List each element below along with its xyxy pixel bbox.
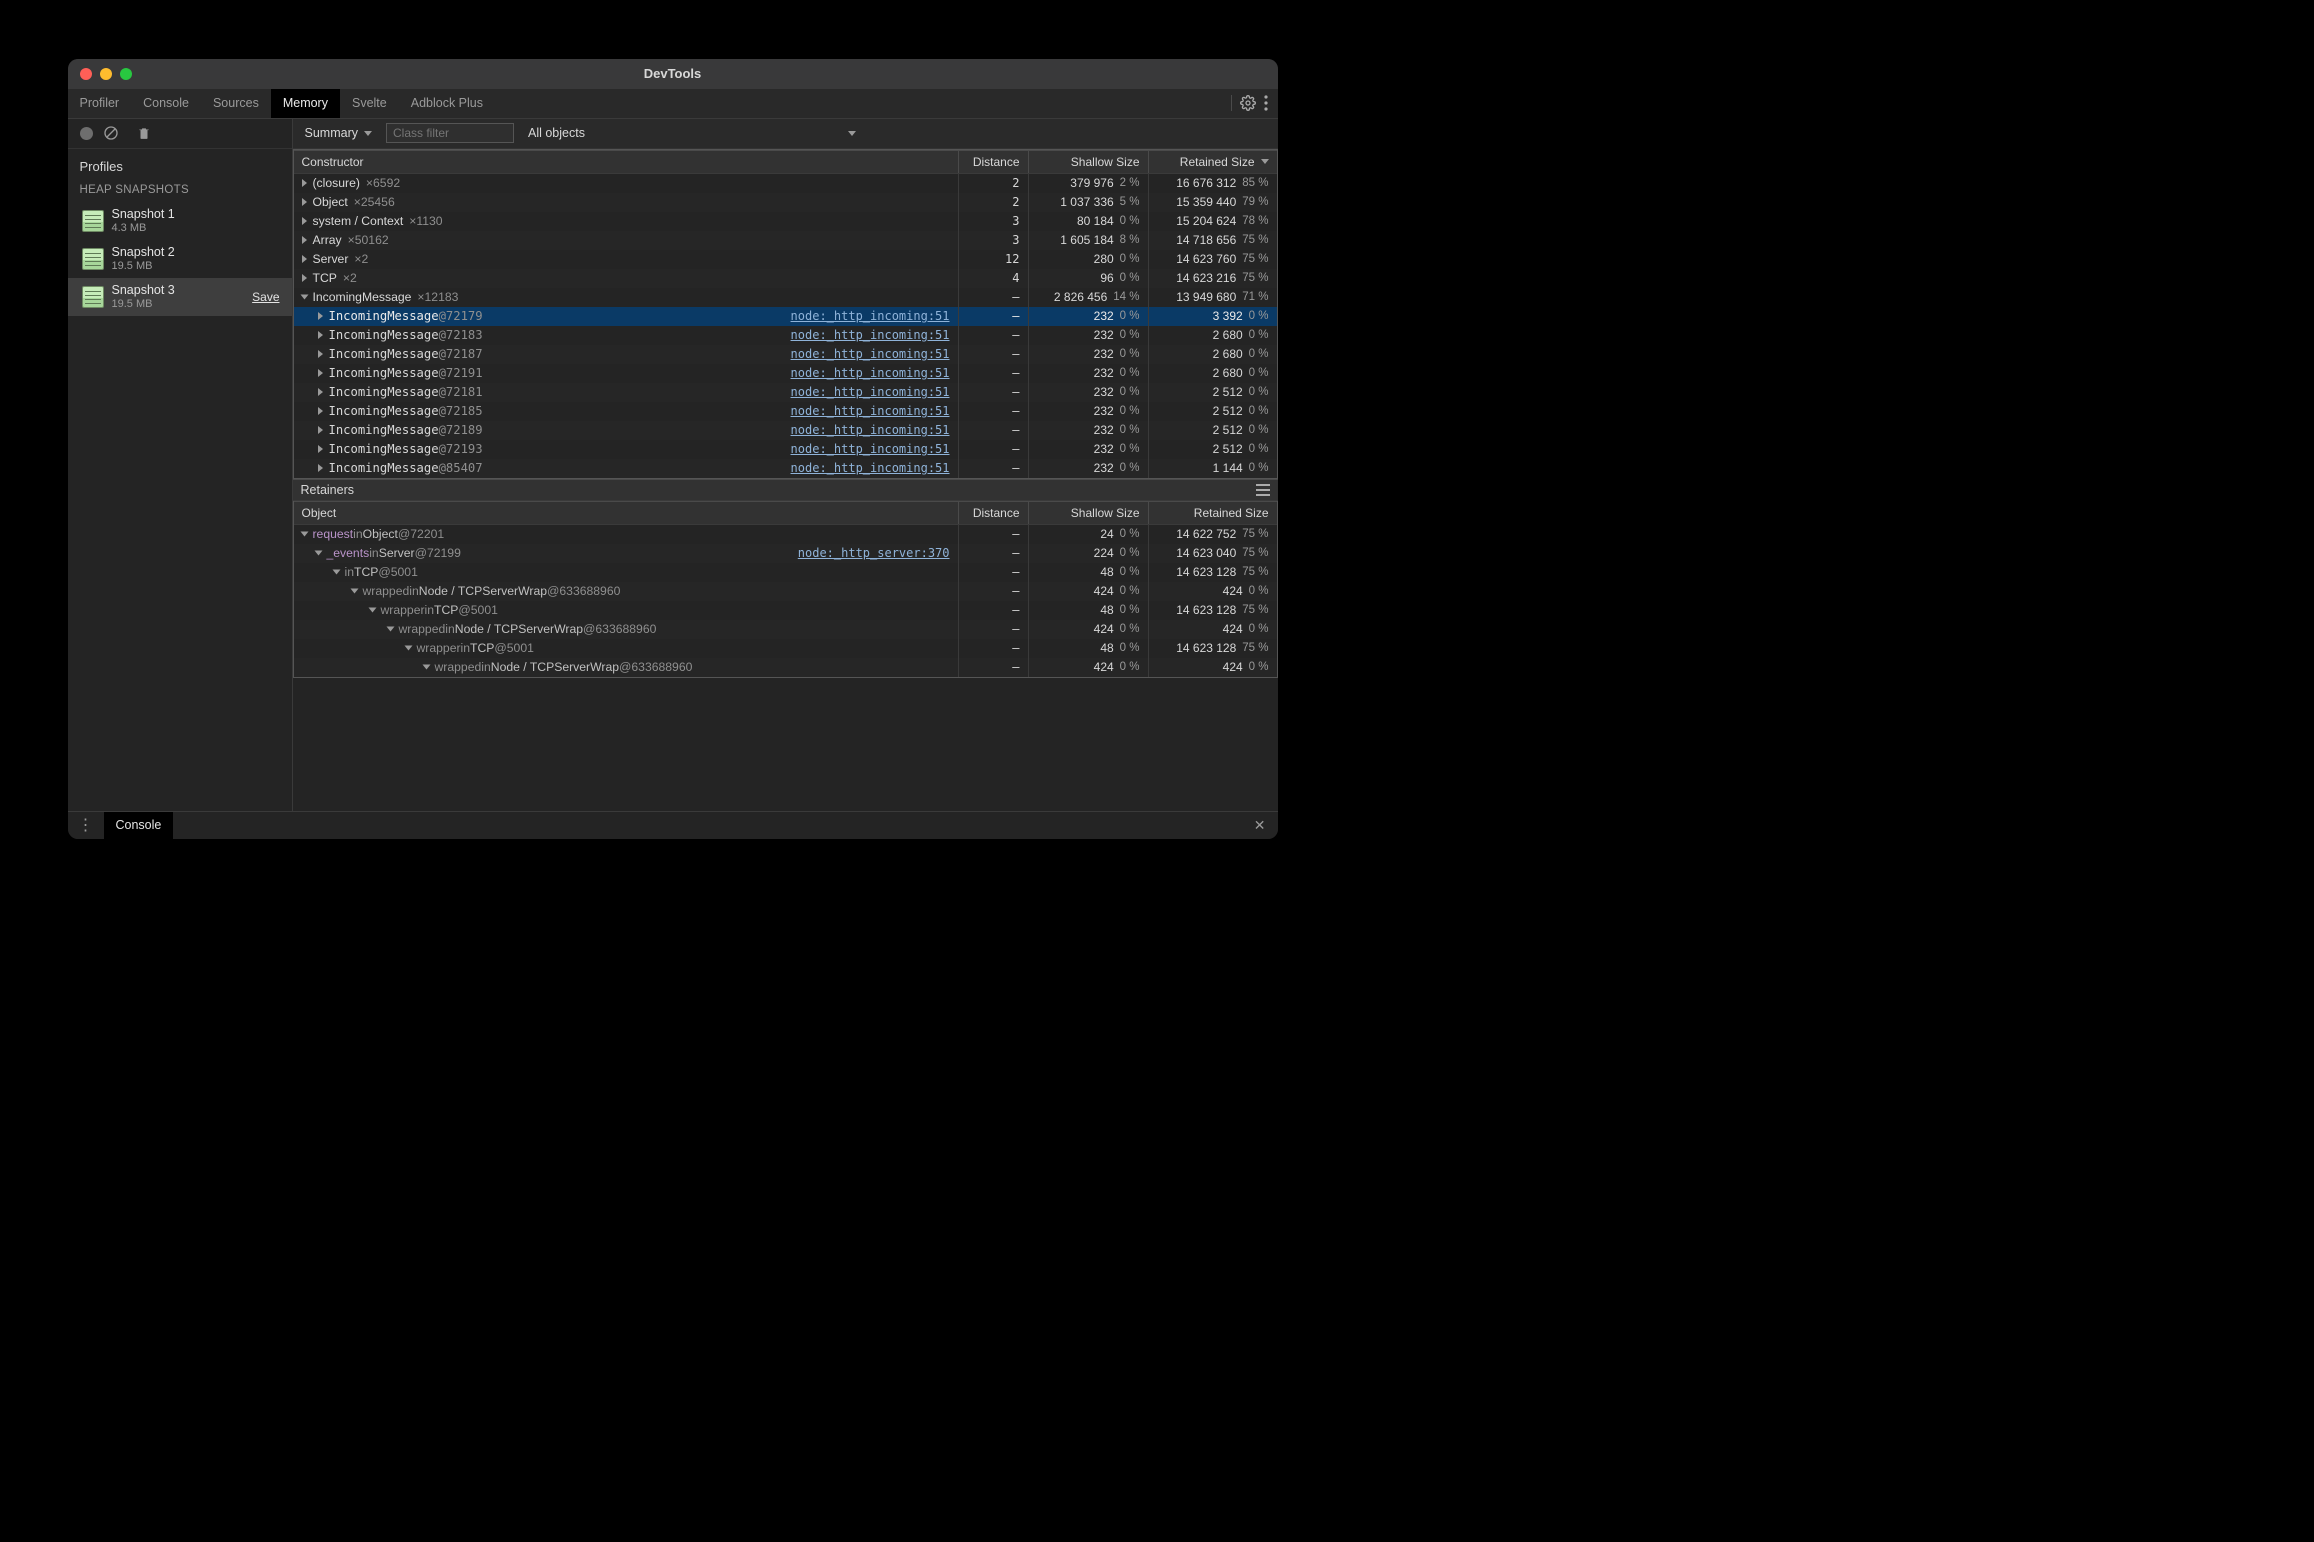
- table-row[interactable]: IncomingMessage @72191node:_http_incomin…: [294, 364, 1277, 383]
- sort-desc-icon: [1261, 159, 1269, 164]
- source-link[interactable]: node:_http_incoming:51: [791, 442, 950, 456]
- snapshot-icon: [82, 286, 104, 308]
- profiles-sidebar: Profiles HEAP SNAPSHOTS Snapshot 14.3 MB…: [68, 119, 293, 811]
- source-link[interactable]: node:_http_incoming:51: [791, 309, 950, 323]
- hamburger-icon[interactable]: [1256, 484, 1270, 496]
- snapshot-name: Snapshot 3: [112, 283, 175, 298]
- table-row[interactable]: (closure)×65922379 9762 %16 676 31285 %: [294, 174, 1277, 193]
- source-link[interactable]: node:_http_incoming:51: [791, 328, 950, 342]
- kebab-icon[interactable]: [1264, 95, 1268, 111]
- source-link[interactable]: node:_http_incoming:51: [791, 385, 950, 399]
- save-snapshot-link[interactable]: Save: [252, 290, 279, 304]
- table-row[interactable]: Array×5016231 605 1848 %14 718 65675 %: [294, 231, 1277, 250]
- tab-console[interactable]: Console: [131, 89, 201, 118]
- snapshot-size: 19.5 MB: [112, 298, 175, 311]
- view-label: Summary: [305, 126, 358, 140]
- devtools-window: DevTools Profiler Console Sources Memory…: [68, 59, 1278, 839]
- table-row[interactable]: wrapper in TCP @5001–480 %14 623 12875 %: [294, 601, 1277, 620]
- table-row[interactable]: IncomingMessage @72183node:_http_incomin…: [294, 326, 1277, 345]
- snapshot-2[interactable]: Snapshot 219.5 MB: [68, 240, 292, 278]
- retainers-header: Retainers: [293, 479, 1278, 501]
- snapshot-icon: [82, 248, 104, 270]
- tab-svelte[interactable]: Svelte: [340, 89, 399, 118]
- body: Profiles HEAP SNAPSHOTS Snapshot 14.3 MB…: [68, 119, 1278, 811]
- col-retained-size[interactable]: Retained Size: [1149, 502, 1277, 524]
- snapshot-size: 4.3 MB: [112, 222, 175, 235]
- drawer-bar: ⋮ Console ✕: [68, 811, 1278, 839]
- retainers-label: Retainers: [301, 483, 355, 497]
- source-link[interactable]: node:_http_incoming:51: [791, 347, 950, 361]
- snapshot-1[interactable]: Snapshot 14.3 MB: [68, 202, 292, 240]
- class-filter-input[interactable]: [386, 123, 514, 143]
- trash-icon[interactable]: [137, 125, 151, 141]
- table-row[interactable]: Object×2545621 037 3365 %15 359 44079 %: [294, 193, 1277, 212]
- table-row[interactable]: wrapper in TCP @5001–480 %14 623 12875 %: [294, 639, 1277, 658]
- titlebar: DevTools: [68, 59, 1278, 89]
- table-row[interactable]: in TCP @5001–480 %14 623 12875 %: [294, 563, 1277, 582]
- heap-snapshots-group-label: HEAP SNAPSHOTS: [68, 180, 292, 202]
- window-title: DevTools: [68, 66, 1278, 81]
- retainers-table: Object Distance Shallow Size Retained Si…: [293, 501, 1278, 678]
- source-link[interactable]: node:_http_incoming:51: [791, 404, 950, 418]
- table-row[interactable]: request in Object @72201–240 %14 622 752…: [294, 525, 1277, 544]
- col-distance[interactable]: Distance: [959, 502, 1029, 524]
- table-row[interactable]: IncomingMessage×12183–2 826 45614 %13 94…: [294, 288, 1277, 307]
- gear-icon[interactable]: [1240, 95, 1256, 111]
- table-row[interactable]: IncomingMessage @72189node:_http_incomin…: [294, 421, 1277, 440]
- table-row[interactable]: Server×2122800 %14 623 76075 %: [294, 250, 1277, 269]
- drawer-kebab-icon[interactable]: ⋮: [68, 815, 104, 835]
- profiles-toolbar: [68, 119, 292, 149]
- col-constructor[interactable]: Constructor: [294, 151, 959, 173]
- table-row[interactable]: _events in Server @72199node:_http_serve…: [294, 544, 1277, 563]
- source-link[interactable]: node:_http_incoming:51: [791, 461, 950, 475]
- table-row[interactable]: wrapped in Node / TCPServerWrap @6336889…: [294, 658, 1277, 677]
- view-select[interactable]: Summary: [299, 124, 378, 142]
- source-link[interactable]: node:_http_server:370: [798, 546, 950, 560]
- table-header: Constructor Distance Shallow Size Retain…: [294, 150, 1277, 174]
- col-shallow-size[interactable]: Shallow Size: [1029, 502, 1149, 524]
- retainers-table-header: Object Distance Shallow Size Retained Si…: [294, 501, 1277, 525]
- table-row[interactable]: wrapped in Node / TCPServerWrap @6336889…: [294, 620, 1277, 639]
- main-content: Summary All objects Constructor Distance…: [293, 119, 1278, 811]
- table-row[interactable]: IncomingMessage @72179node:_http_incomin…: [294, 307, 1277, 326]
- tab-memory[interactable]: Memory: [271, 89, 340, 118]
- object-filter-select[interactable]: All objects: [522, 124, 862, 142]
- table-row[interactable]: system / Context×1130380 1840 %15 204 62…: [294, 212, 1277, 231]
- snapshot-3[interactable]: Snapshot 319.5 MB Save: [68, 278, 292, 316]
- snapshot-icon: [82, 210, 104, 232]
- table-row[interactable]: IncomingMessage @72193node:_http_incomin…: [294, 440, 1277, 459]
- object-filter-label: All objects: [528, 126, 585, 140]
- filter-bar: Summary All objects: [293, 119, 1278, 149]
- table-row[interactable]: IncomingMessage @72181node:_http_incomin…: [294, 383, 1277, 402]
- table-row[interactable]: wrapped in Node / TCPServerWrap @6336889…: [294, 582, 1277, 601]
- tab-profiler[interactable]: Profiler: [68, 89, 132, 118]
- tab-divider: [1231, 95, 1232, 111]
- table-row[interactable]: IncomingMessage @72187node:_http_incomin…: [294, 345, 1277, 364]
- col-object[interactable]: Object: [294, 502, 959, 524]
- chevron-down-icon: [848, 131, 856, 136]
- source-link[interactable]: node:_http_incoming:51: [791, 423, 950, 437]
- clear-icon[interactable]: [103, 125, 119, 141]
- constructor-table: Constructor Distance Shallow Size Retain…: [293, 149, 1278, 479]
- table-row[interactable]: IncomingMessage @85407node:_http_incomin…: [294, 459, 1277, 478]
- tab-sources[interactable]: Sources: [201, 89, 271, 118]
- source-link[interactable]: node:_http_incoming:51: [791, 366, 950, 380]
- tab-adblock-plus[interactable]: Adblock Plus: [399, 89, 495, 118]
- record-button[interactable]: [80, 127, 93, 140]
- col-retained-size[interactable]: Retained Size: [1149, 151, 1277, 173]
- drawer-close-icon[interactable]: ✕: [1242, 817, 1278, 834]
- col-shallow-size[interactable]: Shallow Size: [1029, 151, 1149, 173]
- table-row[interactable]: IncomingMessage @72185node:_http_incomin…: [294, 402, 1277, 421]
- snapshot-name: Snapshot 2: [112, 245, 175, 260]
- table-row[interactable]: TCP×24960 %14 623 21675 %: [294, 269, 1277, 288]
- snapshot-name: Snapshot 1: [112, 207, 175, 222]
- chevron-down-icon: [364, 131, 372, 136]
- snapshot-size: 19.5 MB: [112, 260, 175, 273]
- profiles-label: Profiles: [68, 149, 292, 180]
- col-distance[interactable]: Distance: [959, 151, 1029, 173]
- drawer-tab-console[interactable]: Console: [104, 812, 174, 839]
- panel-tabs: Profiler Console Sources Memory Svelte A…: [68, 89, 1278, 119]
